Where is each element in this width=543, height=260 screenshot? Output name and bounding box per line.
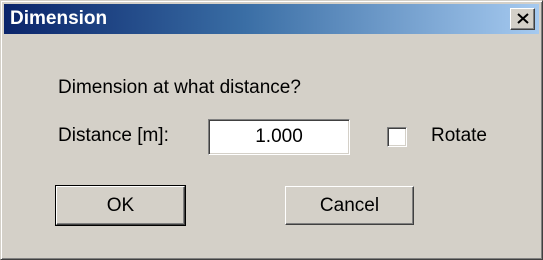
close-icon (517, 13, 529, 24)
title-bar[interactable]: Dimension (4, 4, 539, 34)
distance-label: Distance [m]: (58, 125, 169, 146)
cancel-button[interactable]: Cancel (285, 186, 414, 225)
dialog-title: Dimension (10, 8, 108, 29)
rotate-checkbox[interactable] (387, 127, 407, 147)
ok-button[interactable]: OK (55, 185, 186, 226)
dimension-dialog: Dimension Dimension at what distance? Di… (0, 0, 543, 260)
distance-input[interactable] (208, 119, 350, 155)
close-button[interactable] (510, 8, 535, 30)
prompt-text: Dimension at what distance? (58, 77, 301, 98)
rotate-label[interactable]: Rotate (431, 125, 487, 147)
